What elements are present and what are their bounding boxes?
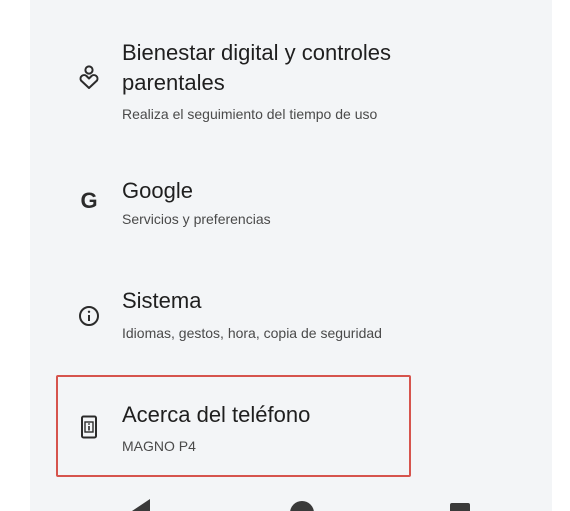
item-title: Bienestar digital y controles xyxy=(122,40,392,65)
item-title: Google xyxy=(122,178,193,203)
home-icon[interactable] xyxy=(282,483,322,511)
item-subtitle: Servicios y preferencias xyxy=(122,211,271,227)
settings-item-system[interactable]: Sistema Idiomas, gestos, hora, copia de … xyxy=(30,280,552,360)
recents-icon[interactable] xyxy=(440,483,480,511)
back-icon[interactable] xyxy=(122,483,162,511)
item-title-line-2: parentales xyxy=(122,70,225,95)
item-title: Sistema xyxy=(122,288,202,313)
item-subtitle: Realiza el seguimiento del tiempo de uso xyxy=(122,106,378,122)
highlight-box xyxy=(56,375,411,477)
google-glyph: G xyxy=(80,188,98,213)
info-icon xyxy=(72,299,106,333)
navigation-bar xyxy=(30,483,552,511)
settings-item-google[interactable]: G Google Servicios y preferencias xyxy=(30,170,552,250)
google-icon: G xyxy=(72,184,106,218)
digital-wellbeing-icon xyxy=(72,60,106,94)
settings-item-digital-wellbeing[interactable]: Bienestar digital y controles parentales… xyxy=(30,30,552,140)
item-subtitle: Idiomas, gestos, hora, copia de segurida… xyxy=(122,325,382,341)
